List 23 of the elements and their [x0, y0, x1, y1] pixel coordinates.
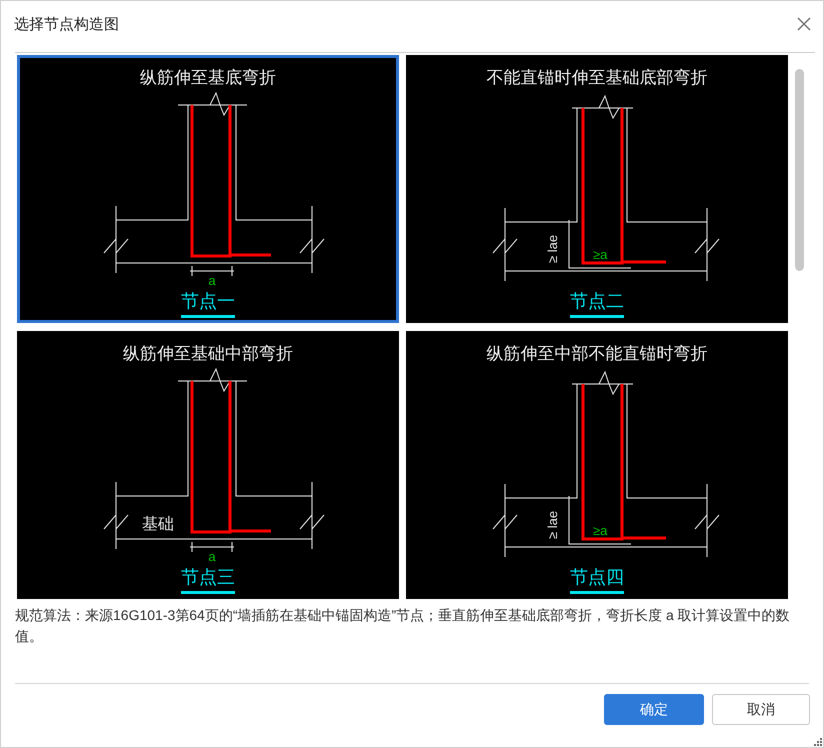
node-caption-link[interactable]: 节点一 — [181, 289, 235, 318]
foundation-label: 基础 — [142, 516, 174, 533]
cancel-button[interactable]: 取消 — [712, 694, 810, 725]
diagram-title: 纵筋伸至基础中部弯折 — [123, 343, 293, 365]
node-caption-link[interactable]: 节点二 — [570, 289, 624, 318]
node-diagram-card[interactable]: 不能直锚时伸至基础底部弯折 ≥ lae ≥a 节点二 — [406, 55, 788, 323]
dimension-label: a — [208, 273, 216, 288]
dimension-label: ≥a — [593, 247, 608, 262]
description-text: 规范算法：来源16G101-3第64页的“墙插筋在基础中锚固构造”节点；垂直筋伸至基础底部弯折，弯折长度 a 取计算设置中的数值。 — [15, 606, 791, 646]
node-diagram-card[interactable]: 纵筋伸至基底弯折 a 节点一 — [17, 55, 399, 323]
confirm-button[interactable]: 确定 — [604, 694, 704, 725]
diagram-title: 纵筋伸至基底弯折 — [140, 67, 276, 89]
node-diagram-card[interactable]: 纵筋伸至中部不能直锚时弯折 ≥ lae ≥a 节点四 — [406, 331, 788, 599]
dimension-label: ≥ lae — [545, 234, 560, 263]
dimension-label: ≥a — [593, 523, 608, 538]
node-caption-link[interactable]: 节点三 — [181, 565, 235, 594]
dimension-label: ≥ lae — [545, 510, 560, 539]
node-caption-link[interactable]: 节点四 — [570, 565, 624, 594]
dialog-title: 选择节点构造图 — [14, 14, 119, 34]
diagram-title: 纵筋伸至中部不能直锚时弯折 — [486, 343, 708, 365]
diagram-title: 不能直锚时伸至基础底部弯折 — [486, 67, 708, 89]
node-diagram-card[interactable]: 纵筋伸至基础中部弯折 基础 a 节点三 — [17, 331, 399, 599]
dimension-label: a — [208, 549, 216, 564]
